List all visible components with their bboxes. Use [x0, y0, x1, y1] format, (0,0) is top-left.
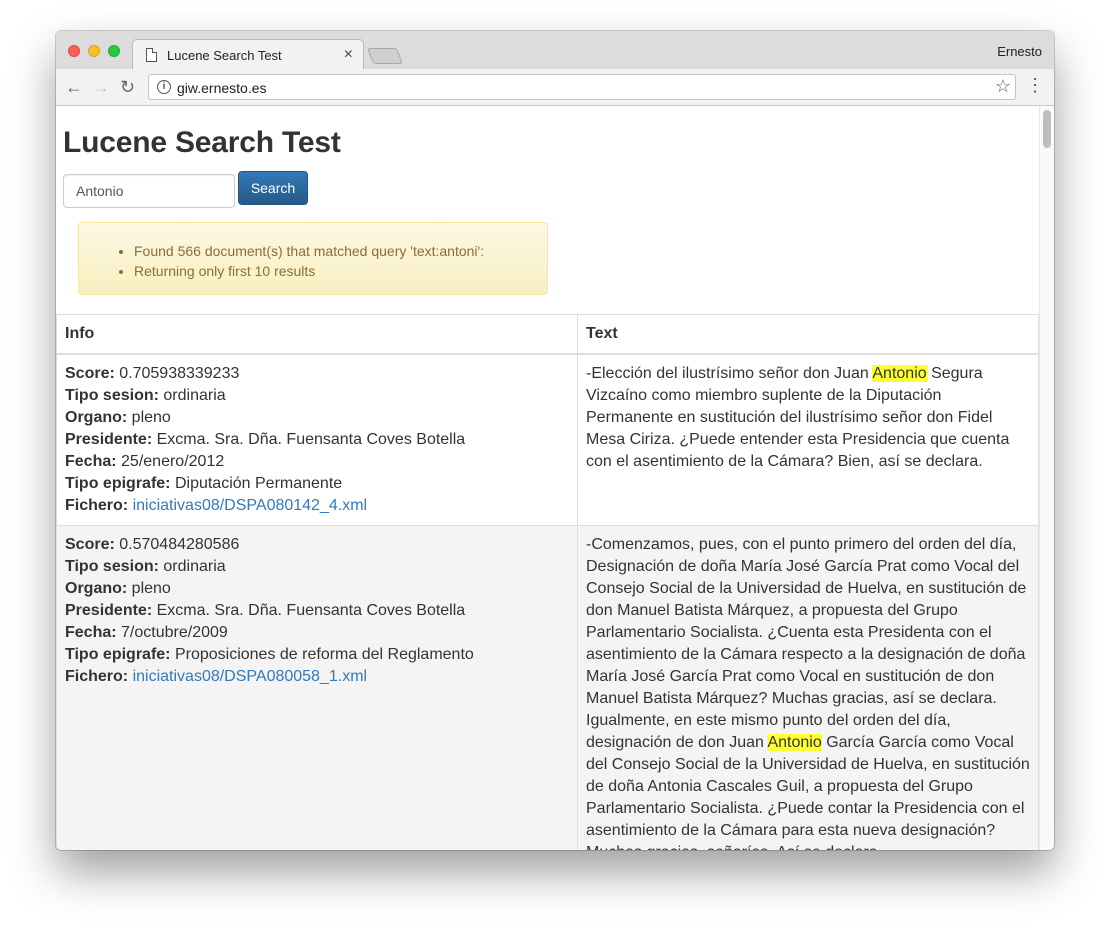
results-alert: Found 566 document(s) that matched query…: [78, 222, 548, 295]
fecha-value: 25/enero/2012: [121, 453, 225, 470]
browser-tab[interactable]: Lucene Search Test ×: [132, 39, 364, 70]
info-icon[interactable]: i: [157, 80, 171, 94]
text-after: García García como Vocal del Consejo Soc…: [586, 734, 1030, 850]
table-row: Score: 0.570484280586 Tipo sesion: ordin…: [56, 525, 1039, 850]
score-label: Score:: [65, 536, 115, 553]
text-before: -Comenzamos, pues, con el punto primero …: [586, 536, 1027, 751]
tipo-epigrafe-label: Tipo epigrafe:: [65, 475, 171, 492]
table-row: Score: 0.705938339233 Tipo sesion: ordin…: [56, 353, 1039, 526]
tipo-epigrafe-value: Diputación Permanente: [174, 475, 343, 492]
tipo-epigrafe-value: Proposiciones de reforma del Reglamento: [174, 646, 474, 663]
column-header-info: Info: [56, 314, 578, 355]
address-bar[interactable]: i giw.ernesto.es ☆: [148, 74, 1016, 100]
profile-name[interactable]: Ernesto: [997, 44, 1042, 59]
search-input[interactable]: [63, 174, 235, 208]
presidente-value: Excma. Sra. Dña. Fuensanta Coves Botella: [156, 431, 466, 448]
tipo-sesion-label: Tipo sesion:: [65, 387, 159, 404]
score-value: 0.705938339233: [119, 365, 240, 382]
url-text[interactable]: giw.ernesto.es: [177, 80, 267, 96]
fecha-label: Fecha:: [65, 453, 117, 470]
organo-value: pleno: [131, 409, 171, 426]
presidente-label: Presidente:: [65, 431, 153, 448]
browser-toolbar: ← → ↻ i giw.ernesto.es ☆ ⋮: [56, 69, 1054, 106]
page-viewport: Lucene Search Test Search Found 566 docu…: [56, 106, 1054, 850]
organo-value: pleno: [131, 580, 171, 597]
table-header-row: Info Text: [56, 314, 1039, 355]
tab-close-icon[interactable]: ×: [344, 45, 353, 65]
organo-label: Organo:: [65, 409, 128, 426]
tipo-epigrafe-label: Tipo epigrafe:: [65, 646, 171, 663]
window-close-button[interactable]: [68, 45, 80, 57]
reload-icon[interactable]: ↻: [120, 77, 135, 97]
title-bar: Lucene Search Test × Ernesto: [56, 31, 1054, 70]
info-cell: Score: 0.705938339233 Tipo sesion: ordin…: [56, 353, 578, 526]
browser-menu-icon[interactable]: ⋮: [1026, 76, 1044, 94]
browser-window: Lucene Search Test × Ernesto ← → ↻ i giw…: [56, 31, 1054, 850]
window-minimize-button[interactable]: [88, 45, 100, 57]
fecha-label: Fecha:: [65, 624, 117, 641]
window-maximize-button[interactable]: [108, 45, 120, 57]
new-tab-button[interactable]: [367, 48, 403, 64]
alert-line: Found 566 document(s) that matched query…: [134, 241, 484, 261]
tipo-sesion-label: Tipo sesion:: [65, 558, 159, 575]
column-header-text: Text: [577, 314, 1039, 355]
presidente-value: Excma. Sra. Dña. Fuensanta Coves Botella: [156, 602, 466, 619]
search-highlight: Antonio: [872, 365, 927, 382]
text-cell: -Comenzamos, pues, con el punto primero …: [577, 525, 1039, 850]
score-value: 0.570484280586: [119, 536, 240, 553]
scrollbar-thumb[interactable]: [1043, 110, 1051, 148]
presidente-label: Presidente:: [65, 602, 153, 619]
forward-arrow-icon[interactable]: →: [92, 77, 110, 97]
text-before: -Elección del ilustrísimo señor don Juan: [586, 365, 873, 382]
fichero-label: Fichero:: [65, 668, 129, 685]
organo-label: Organo:: [65, 580, 128, 597]
page-title: Lucene Search Test: [63, 126, 341, 159]
text-cell: -Elección del ilustrísimo señor don Juan…: [577, 353, 1039, 526]
search-button[interactable]: Search: [238, 171, 308, 205]
fichero-link[interactable]: iniciativas08/DSPA080058_1.xml: [133, 668, 368, 685]
search-highlight: Antonio: [767, 734, 822, 751]
info-cell: Score: 0.570484280586 Tipo sesion: ordin…: [56, 525, 578, 850]
alert-line: Returning only first 10 results: [134, 261, 484, 281]
results-table: Info Text Score: 0.705938339233 Tipo ses…: [56, 314, 1039, 850]
vertical-scrollbar[interactable]: [1039, 106, 1054, 850]
back-arrow-icon[interactable]: ←: [65, 77, 83, 97]
fichero-label: Fichero:: [65, 497, 129, 514]
tab-title: Lucene Search Test: [167, 48, 282, 63]
fichero-link[interactable]: iniciativas08/DSPA080142_4.xml: [133, 497, 368, 514]
fecha-value: 7/octubre/2009: [121, 624, 228, 641]
score-label: Score:: [65, 365, 115, 382]
tipo-sesion-value: ordinaria: [163, 387, 226, 404]
tipo-sesion-value: ordinaria: [163, 558, 226, 575]
page-icon: [146, 48, 157, 62]
bookmark-star-icon[interactable]: ☆: [995, 76, 1011, 97]
